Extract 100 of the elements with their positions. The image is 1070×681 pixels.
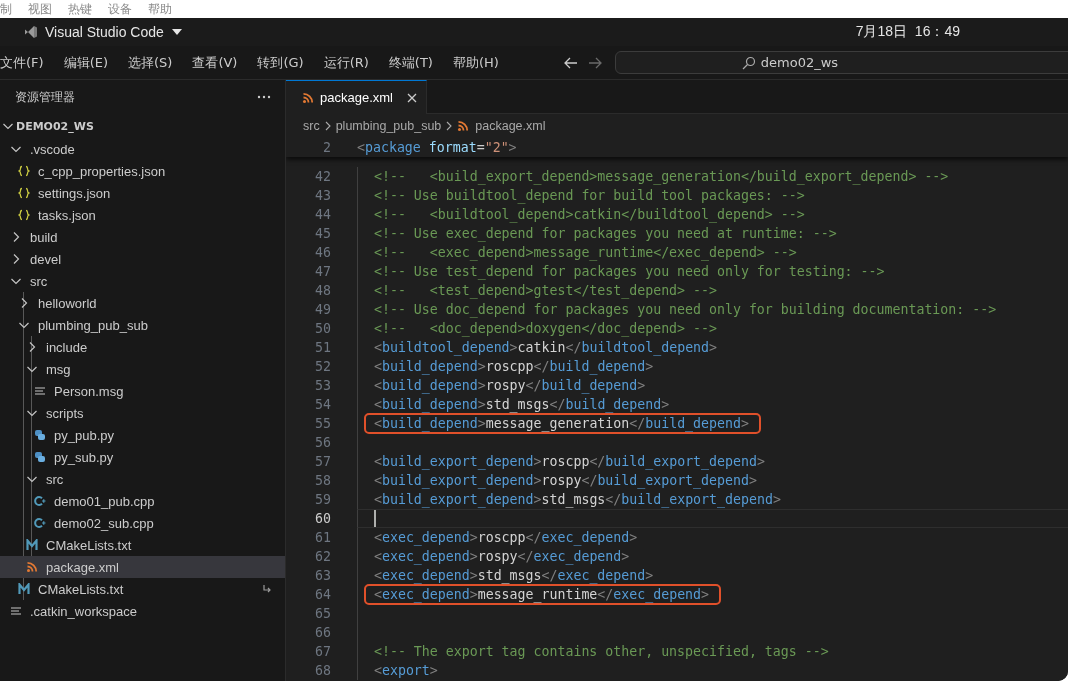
clock: 7月18日 16：49 [855,23,960,41]
tree-item[interactable]: tasks.json [0,204,285,226]
breadcrumb-item[interactable]: package.xml [457,119,546,133]
tree-item[interactable]: CMakeLists.txt [0,534,285,556]
line-number: 58 [314,473,332,488]
tree-item[interactable]: demo02_sub.cpp [0,512,285,534]
menu-item[interactable]: 选择(S) [128,53,181,72]
code-line: <build_export_depend>std_msgs</build_export_depend> [373,492,781,507]
tree-item[interactable]: msg [0,358,285,380]
code-line: <!-- <buildtool_depend>catkin</buildtool_depend> --> [373,207,805,222]
code-line: <!-- The export tag contains other, unspecified, tags --> [373,644,829,659]
line-number: 47 [314,264,332,279]
menu-item[interactable]: 热键 [68,0,92,18]
code-line: <export> [373,663,438,678]
more-icon[interactable] [257,95,271,99]
m-letter-icon [18,583,30,595]
tree-item[interactable]: py_pub.py [0,424,285,446]
line-number: 64 [314,587,332,602]
lines-icon [10,605,22,617]
line-number: 59 [314,492,332,507]
editor-tab[interactable]: package.xml [286,80,427,114]
rss-icon [26,561,38,573]
menu-item[interactable]: 查看(V) [192,53,246,72]
code-line: <build_depend>roscpp</build_depend> [373,359,654,374]
tree-item[interactable]: src [0,270,285,292]
menu-item[interactable]: 文件(F) [0,53,52,72]
line-number: 62 [314,549,332,564]
vscode-logo-icon [24,25,38,39]
tree-item[interactable]: .vscode [0,138,285,160]
python-icon [34,429,46,441]
code-line: <!-- Use exec_depend for packages you need at runtime: --> [373,226,837,241]
m-letter-icon [26,539,38,551]
line-number: 43 [314,188,332,203]
line-number: 57 [314,454,332,469]
tree-item[interactable]: demo01_pub.cpp [0,490,285,512]
braces-icon [18,209,30,221]
line-number: 66 [314,625,332,640]
workspace-header[interactable]: DEMO02_WS [0,114,285,138]
caret-down-icon [171,28,182,36]
tree-item[interactable]: settings.json [0,182,285,204]
menu-item[interactable]: 制 [0,0,12,18]
menu-item[interactable]: 帮助(H) [452,53,507,72]
close-icon[interactable] [407,92,417,103]
breadcrumb-item[interactable]: plumbing_pub_sub [335,119,442,133]
line-number: 63 [314,568,332,583]
line-number: 49 [314,302,332,317]
app-menu-button[interactable]: Visual Studio Code [45,24,182,40]
c-plus-icon [34,495,46,507]
code-line: <exec_depend>std_msgs</exec_depend> [373,568,654,583]
line-number: 65 [314,606,332,621]
menu-item[interactable]: 视图 [28,0,52,18]
menu-item[interactable]: 帮助 [148,0,172,18]
menu-item[interactable]: 运行(R) [323,53,377,72]
code-line: <package format="2"> [357,140,517,155]
line-number: 53 [314,378,332,393]
tree-item[interactable]: package.xml [0,556,285,578]
code-line: <build_depend>rospy</build_depend> [373,378,646,393]
menu-item[interactable]: 转到(G) [257,53,312,72]
code-line: <!-- Use doc_depend for packages you need only for building documentation: --> [373,302,997,317]
tree-item[interactable]: plumbing_pub_sub [0,314,285,336]
tree-item[interactable]: src [0,468,285,490]
line-number: 48 [314,283,332,298]
line-number: 52 [314,359,332,374]
code-line: <build_export_depend>rospy</build_export_depend> [373,473,757,488]
line-number: 51 [314,340,332,355]
rss-icon [457,120,470,132]
tree-item[interactable]: CMakeLists.txt [0,578,285,600]
lines-icon [34,385,46,397]
panel-title: 资源管理器 [15,89,75,105]
breadcrumb-item[interactable]: src [303,119,320,133]
tree-item[interactable]: build [0,226,285,248]
code-line: <!-- <build_export_depend>message_generation</build_export_depend> --> [373,169,949,184]
line-number: 60 [314,511,332,526]
tree-item[interactable]: c_cpp_properties.json [0,160,285,182]
code-line: <!-- <test_depend>gtest</test_depend> --> [373,283,717,298]
tree-item[interactable]: Person.msg [0,380,285,402]
rss-icon [302,91,314,104]
tree-item[interactable]: devel [0,248,285,270]
tree-item[interactable]: py_sub.py [0,446,285,468]
line-number: 55 [314,416,332,431]
tree-item[interactable]: helloworld [0,292,285,314]
code-line: <buildtool_depend>catkin</buildtool_depend> [373,340,718,355]
braces-icon [18,165,30,177]
code-line: <!-- Use buildtool_depend for build tool packages: --> [373,188,805,203]
line-number: 42 [314,169,332,184]
line-number: 68 [314,663,332,678]
code-line: <!-- Use test_depend for packages you need only for testing: --> [373,264,885,279]
tree-item[interactable]: .catkin_workspace [0,600,285,622]
menu-item[interactable]: 设备 [108,0,132,18]
tree-item[interactable]: scripts [0,402,285,424]
code-line: <build_export_depend>roscpp</build_export_depend> [373,454,765,469]
line-number: 50 [314,321,332,336]
line-number: 46 [314,245,332,260]
python-icon [34,451,46,463]
menu-item[interactable]: 终端(T) [388,53,441,72]
tree-item[interactable]: include [0,336,285,358]
command-center-search[interactable]: demo02_ws [615,51,1068,74]
search-icon [741,55,756,70]
menu-item[interactable]: 编辑(E) [63,53,116,72]
line-number: 44 [314,207,332,222]
